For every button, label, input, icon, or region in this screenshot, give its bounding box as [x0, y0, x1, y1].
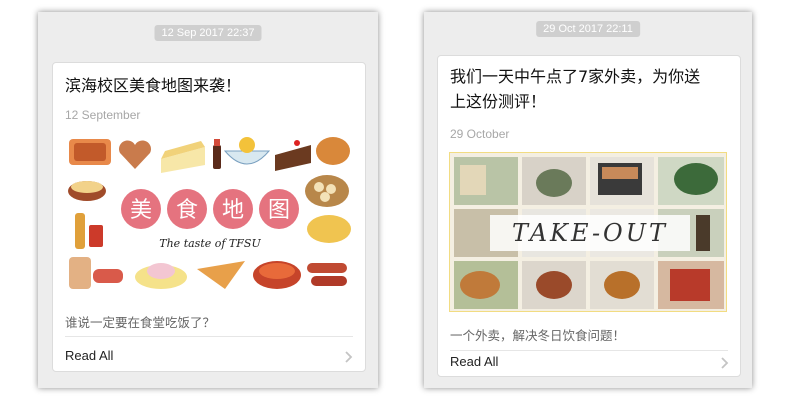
heading-char: 食: [176, 198, 198, 223]
heading-char: 图: [268, 198, 290, 223]
soup-bowl-icon: [253, 261, 301, 289]
chocolate-cake-icon: [275, 140, 311, 171]
chevron-right-icon: [721, 357, 729, 369]
heading-char: 地: [222, 198, 244, 223]
article-cover-image: TAKE-OUT: [449, 152, 727, 312]
message-timestamp: 12 Sep 2017 22:37: [154, 25, 262, 41]
meal-photo: [454, 157, 518, 205]
message-panel-right: 29 Oct 2017 22:11 我们一天中午点了7家外卖，为你送 上这份测评…: [424, 12, 752, 388]
cake-slice-icon: [161, 141, 205, 173]
article-title-line-2: 上这份测评！: [450, 92, 547, 111]
article-description: 一个外卖，解决冬日饮食问题！: [450, 328, 626, 343]
cover-subtitle: The taste of TFSU: [159, 237, 261, 250]
soy-bottle-icon: [213, 139, 221, 169]
heading-char: 美: [130, 198, 152, 223]
article-date: 12 September: [65, 108, 141, 122]
drink-bottle-icon: [75, 213, 103, 249]
meal-photo: [522, 261, 586, 309]
quiche-icon: [307, 215, 351, 243]
meal-photo: [590, 157, 654, 205]
card-divider: [65, 336, 353, 337]
message-panel-left: 12 Sep 2017 22:37 滨海校区美食地图来袭！ 12 Septemb…: [38, 12, 378, 388]
article-title: 滨海校区美食地图来袭！: [65, 76, 242, 95]
article-description: 谁说一定要在食堂吃饭了？: [65, 315, 216, 330]
meal-photo: [658, 261, 724, 309]
sausage-icon: [307, 263, 347, 286]
sandwich-stack-icon: [69, 257, 123, 289]
read-all-link[interactable]: Read All: [65, 348, 113, 363]
pizza-slice-icon: [197, 261, 245, 289]
message-timestamp: 29 Oct 2017 22:11: [536, 21, 640, 37]
article-cover-image: 美 食 地 图 The taste of TFSU: [65, 129, 353, 295]
takeout-photo-grid: TAKE-OUT: [454, 157, 724, 309]
dumpling-basket-icon: [305, 175, 349, 207]
takeout-logo: TAKE-OUT: [512, 219, 668, 247]
card-divider: [450, 350, 728, 351]
roast-dish-icon: [69, 139, 111, 165]
article-card[interactable]: 我们一天中午点了7家外卖，为你送 上这份测评！ 29 October TAKE-…: [437, 55, 741, 377]
read-all-link[interactable]: Read All: [450, 354, 498, 369]
article-date: 29 October: [450, 127, 510, 141]
article-card[interactable]: 滨海校区美食地图来袭！ 12 September 美 食 地 图 The tas…: [52, 62, 366, 372]
dessert-plate-icon: [135, 263, 187, 289]
cover-heading: 美 食 地 图 The taste of TFSU: [121, 189, 299, 250]
ramen-bowl-icon: [68, 181, 106, 201]
bread-icon: [316, 137, 350, 165]
meal-photo: [454, 261, 518, 309]
meal-photo: [590, 261, 654, 309]
heart-cookie-icon: [119, 140, 151, 169]
chevron-right-icon: [345, 351, 353, 363]
rice-bowl-icon: [223, 137, 271, 165]
meal-photo: [658, 157, 724, 205]
meal-photo: [522, 157, 586, 205]
article-title-line-1: 我们一天中午点了7家外卖，为你送: [450, 67, 701, 86]
food-illustration: 美 食 地 图 The taste of TFSU: [68, 137, 351, 289]
